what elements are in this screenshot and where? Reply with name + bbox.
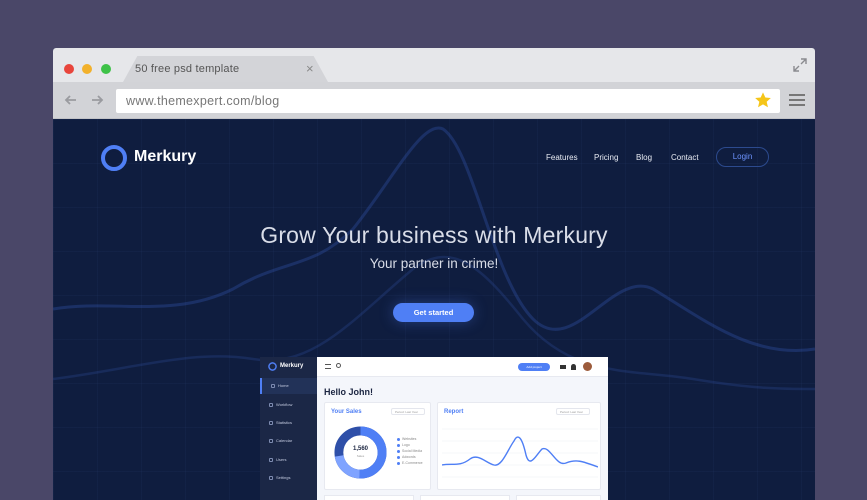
sidebar-item-label: Settings	[276, 475, 291, 480]
address-bar-row: www.themexpert.com/blog	[53, 82, 815, 119]
search-icon[interactable]	[336, 363, 341, 368]
site-logo-text[interactable]: Merkury	[134, 148, 196, 166]
settings-icon	[269, 476, 273, 480]
report-card-title: Report	[444, 409, 464, 415]
url-text: www.themexpert.com/blog	[126, 94, 280, 108]
sidebar-item-statistics[interactable]: Statistics	[260, 415, 317, 431]
sales-card: Your Sales Period: Last Year 1,560 Sales…	[324, 402, 431, 490]
login-button[interactable]: Login	[716, 147, 769, 167]
tab-close-icon[interactable]: ×	[306, 62, 314, 75]
nav-link-blog[interactable]: Blog	[636, 153, 652, 162]
report-line-chart	[442, 428, 598, 478]
stat-card	[324, 495, 414, 500]
legend-item: Websites	[397, 437, 416, 441]
stat-card	[516, 495, 601, 500]
sidebar-item-home[interactable]: Home	[260, 378, 317, 394]
sidebar-item-calendar[interactable]: Calendar	[260, 433, 317, 449]
expand-icon[interactable]	[792, 57, 808, 73]
sidebar-item-label: Workflow	[276, 402, 293, 407]
merkury-logo-icon[interactable]	[101, 145, 127, 171]
dashboard-logo-text: Merkury	[280, 363, 304, 369]
sales-total-value: 1,560	[352, 446, 368, 452]
sidebar-item-settings[interactable]: Settings	[260, 470, 317, 486]
legend-item: Adwords	[397, 455, 416, 459]
maximize-window-button[interactable]	[101, 64, 111, 74]
users-icon	[269, 458, 273, 462]
calendar-icon	[269, 439, 273, 443]
nav-link-features[interactable]: Features	[546, 153, 578, 162]
report-period-select[interactable]: Period: Last Year	[556, 408, 590, 415]
hero-title: Grow Your business with Merkury	[260, 222, 608, 248]
get-started-button[interactable]: Get started	[393, 303, 474, 322]
legend-item: E-Commerce	[397, 461, 423, 465]
sales-donut-chart	[334, 426, 387, 479]
url-input[interactable]: www.themexpert.com/blog	[116, 89, 780, 113]
sidebar-item-label: Home	[278, 383, 289, 388]
legend-item: Social Media	[397, 449, 422, 453]
legend-item: Logo	[397, 443, 410, 447]
sidebar-item-label: Statistics	[276, 420, 293, 425]
home-icon	[271, 384, 275, 388]
hero-subtitle: Your partner in crime!	[369, 256, 499, 271]
add-project-button[interactable]: Add project	[518, 363, 550, 371]
statistics-icon	[269, 421, 273, 425]
report-card: Report Period: Last Year	[437, 402, 601, 490]
dashboard-logo-icon	[268, 362, 277, 371]
bell-icon[interactable]	[571, 364, 576, 370]
sales-card-title: Your Sales	[331, 409, 362, 415]
tab-strip: 50 free psd template ×	[53, 48, 815, 82]
dashboard-topbar: Add project	[317, 357, 608, 377]
sidebar-item-users[interactable]: Users	[260, 452, 317, 468]
sales-period-select[interactable]: Period: Last Year	[391, 408, 425, 415]
avatar[interactable]	[583, 362, 592, 371]
dashboard-preview: Merkury Home Workflow Statistics Calenda…	[260, 357, 608, 500]
website-viewport: Merkury Features Pricing Blog Contact Lo…	[53, 119, 815, 500]
minimize-window-button[interactable]	[82, 64, 92, 74]
workflow-icon	[269, 403, 273, 407]
browser-menu-icon[interactable]	[789, 94, 805, 108]
browser-window: 50 free psd template × www.themexpert.co…	[53, 48, 815, 500]
stat-card	[420, 495, 510, 500]
sidebar-item-label: Calendar	[276, 438, 293, 443]
back-arrow-icon[interactable]	[63, 92, 79, 108]
sidebar-item-label: Users	[276, 457, 287, 462]
greeting-heading: Hello John!	[324, 387, 373, 397]
tab-title: 50 free psd template	[135, 63, 240, 75]
sidebar-item-workflow[interactable]: Workflow	[260, 397, 317, 413]
close-window-button[interactable]	[64, 64, 74, 74]
mail-icon[interactable]	[560, 365, 566, 369]
dashboard-sidebar: Merkury Home Workflow Statistics Calenda…	[260, 357, 317, 500]
nav-link-pricing[interactable]: Pricing	[594, 153, 618, 162]
forward-arrow-icon[interactable]	[89, 92, 105, 108]
sales-total-label: Sales	[356, 454, 365, 458]
bookmark-star-icon[interactable]	[754, 91, 772, 109]
nav-link-contact[interactable]: Contact	[671, 153, 699, 162]
hamburger-icon[interactable]	[325, 364, 331, 369]
